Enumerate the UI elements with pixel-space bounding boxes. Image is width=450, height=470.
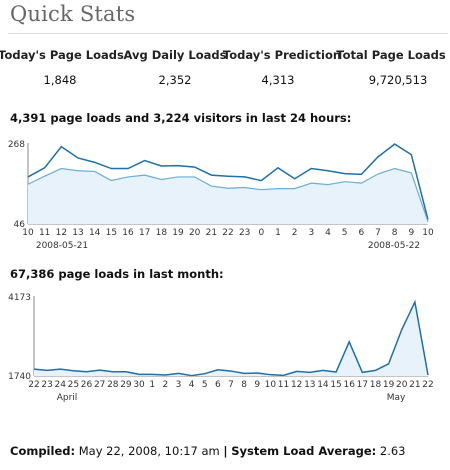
compiled-value: May 22, 2008, 10:17 am xyxy=(78,444,220,458)
series-area-fill xyxy=(34,302,428,376)
x-tick-label: 17 xyxy=(357,380,368,390)
x-tick-label: 23 xyxy=(41,380,52,390)
x-tick-label: 30 xyxy=(133,380,145,390)
month-label-end: May xyxy=(387,393,406,403)
quick-stats-widget: Quick Stats Today's Page Loads Avg Daily… xyxy=(0,0,450,470)
x-tick-label: 26 xyxy=(81,380,93,390)
x-tick-label: 11 xyxy=(278,380,289,390)
footer-status: Compiled: May 22, 2008, 10:17 am | Syste… xyxy=(10,444,406,458)
x-tick-label: 1 xyxy=(149,380,155,390)
x-tick-label: 7 xyxy=(228,380,234,390)
load-average-label: System Load Average: xyxy=(231,444,377,458)
x-tick-label: 12 xyxy=(291,380,302,390)
month-label-start: April xyxy=(57,393,78,403)
x-tick-label: 5 xyxy=(202,380,208,390)
y-tick-label-max: 4173 xyxy=(8,293,31,303)
x-tick-label: 13 xyxy=(304,380,315,390)
x-tick-label: 16 xyxy=(343,380,355,390)
series-line-1 xyxy=(33,299,429,377)
x-tick-label: 6 xyxy=(215,380,221,390)
footer-separator: | xyxy=(223,444,228,458)
x-tick-label: 4 xyxy=(189,380,195,390)
x-tick-label: 20 xyxy=(396,380,408,390)
x-tick-label: 14 xyxy=(317,380,329,390)
x-tick-label: 22 xyxy=(422,380,433,390)
x-tick-label: 10 xyxy=(265,380,277,390)
x-tick-label: 22 xyxy=(28,380,39,390)
x-tick-label: 8 xyxy=(241,380,247,390)
load-average-value: 2.63 xyxy=(379,444,406,458)
monthly-chart: 4173174022 23 24 25 26 27 28 29 30 1 2 3 4 5 6 7 8 9 10 11 1… xyxy=(8,293,434,403)
x-tick-label: 2 xyxy=(162,380,168,390)
x-tick-label: 25 xyxy=(68,380,79,390)
x-tick-label: 3 xyxy=(176,380,182,390)
x-tick-label: 9 xyxy=(254,380,260,390)
x-tick-label: 15 xyxy=(330,380,341,390)
x-tick-label: 28 xyxy=(107,380,119,390)
x-tick-label: 21 xyxy=(409,380,420,390)
x-tick-label: 29 xyxy=(120,380,132,390)
x-tick-label: 24 xyxy=(55,380,67,390)
compiled-label: Compiled: xyxy=(10,444,76,458)
x-tick-label: 27 xyxy=(94,380,105,390)
x-tick-label: 19 xyxy=(383,380,395,390)
x-tick-label: 18 xyxy=(370,380,382,390)
